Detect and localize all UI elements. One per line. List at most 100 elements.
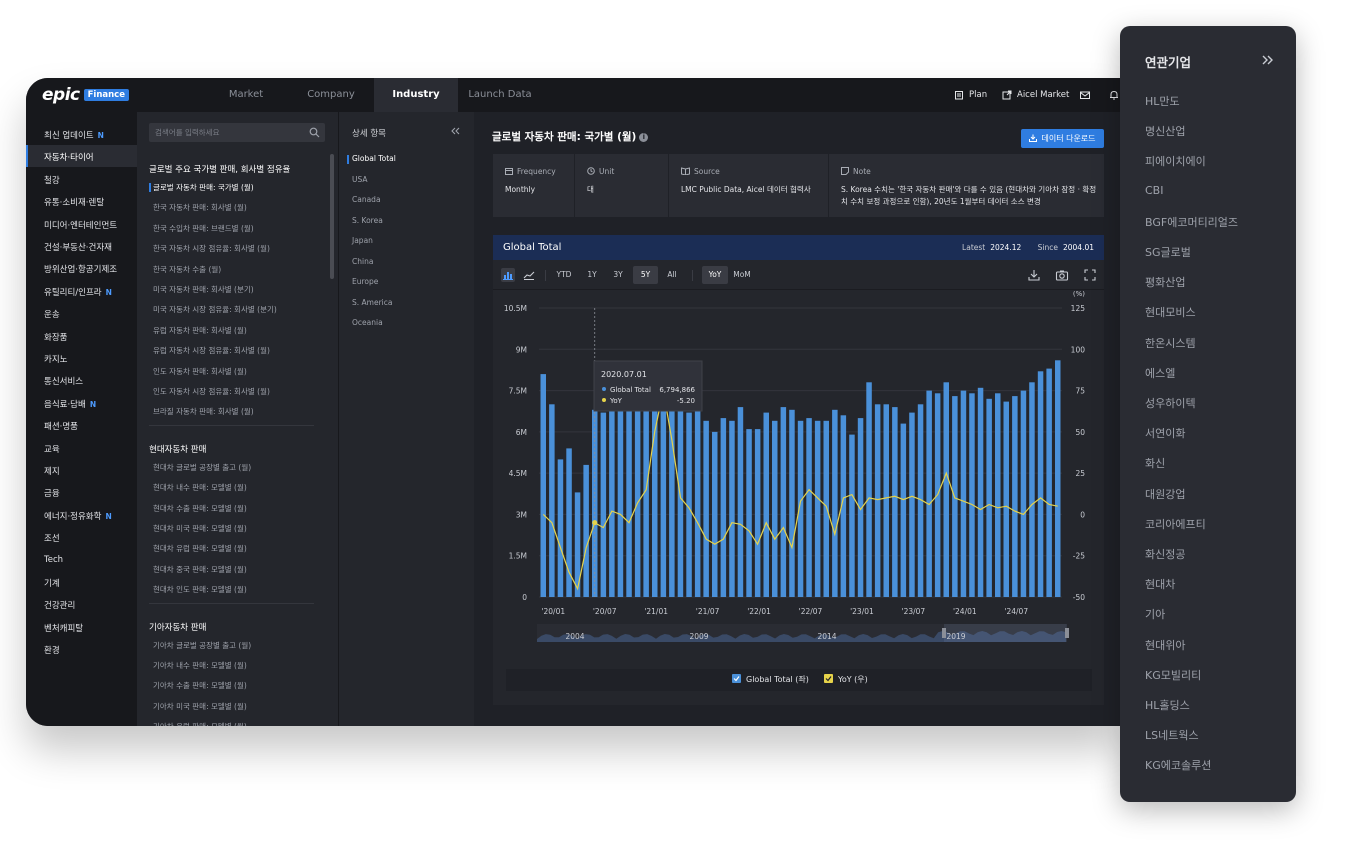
menu-item[interactable]: 최신 업데이트 N: [44, 129, 104, 141]
menu-item[interactable]: 제지: [44, 465, 60, 477]
related-company-item[interactable]: 성우하이텍: [1145, 395, 1196, 411]
plan-link[interactable]: Plan: [954, 78, 987, 112]
range-3y-button[interactable]: 3Y: [607, 266, 629, 284]
bar[interactable]: [737, 407, 744, 597]
list-item[interactable]: 현대차 인도 판매: 모델별 (월): [153, 584, 247, 595]
bar[interactable]: [754, 429, 761, 597]
bar[interactable]: [1046, 368, 1052, 597]
menu-item[interactable]: 벤처캐피탈: [44, 622, 83, 634]
bar[interactable]: [874, 404, 881, 597]
bar[interactable]: [900, 423, 907, 597]
bar[interactable]: [1012, 396, 1018, 597]
detail-item[interactable]: S. America: [352, 298, 392, 307]
mode-yoy-button[interactable]: YoY: [702, 266, 728, 284]
bar[interactable]: [883, 404, 890, 597]
bar[interactable]: [626, 396, 632, 597]
bar[interactable]: [926, 390, 932, 597]
list-item[interactable]: 기아차 미국 판매: 모델별 (월): [153, 701, 247, 712]
bar[interactable]: [720, 418, 727, 597]
list-item[interactable]: 유럽 자동차 판매: 회사별 (월): [153, 325, 247, 336]
bar[interactable]: [823, 420, 830, 597]
bar[interactable]: [772, 420, 778, 597]
search-icon[interactable]: [309, 127, 320, 138]
bar[interactable]: [806, 418, 812, 597]
menu-item[interactable]: 건설·부동산·건자재: [44, 241, 112, 253]
legend-global-total[interactable]: Global Total (좌): [732, 674, 809, 685]
bar[interactable]: [1003, 401, 1010, 597]
menu-item[interactable]: 유틸리티/인프라 N: [44, 286, 112, 298]
range-1y-button[interactable]: 1Y: [581, 266, 603, 284]
nav-tab-industry[interactable]: Industry: [374, 78, 458, 112]
bar[interactable]: [583, 464, 589, 597]
list-item[interactable]: 기아차 유럽 판매: 모델별 (월): [153, 721, 247, 726]
bar[interactable]: [892, 407, 898, 597]
related-company-item[interactable]: 기아: [1145, 606, 1165, 622]
related-company-item[interactable]: KG모빌리티: [1145, 667, 1201, 683]
bar[interactable]: [960, 390, 967, 597]
bar[interactable]: [977, 387, 984, 597]
menu-item[interactable]: 환경: [44, 644, 60, 656]
bar[interactable]: [849, 434, 855, 597]
bar[interactable]: [600, 412, 607, 597]
nav-tab-launch-data[interactable]: Launch Data: [458, 78, 542, 112]
detail-item[interactable]: USA: [352, 175, 368, 184]
related-company-item[interactable]: 화신정공: [1145, 546, 1185, 562]
search-input[interactable]: [155, 123, 305, 142]
fullscreen-icon[interactable]: [1083, 268, 1097, 282]
bar[interactable]: [669, 404, 675, 597]
menu-item[interactable]: 금융: [44, 487, 60, 499]
nav-tab-company[interactable]: Company: [288, 78, 374, 112]
related-company-item[interactable]: 현대모비스: [1145, 304, 1196, 320]
list-item[interactable]: 현대차 내수 판매: 모델별 (월): [153, 482, 247, 493]
list-item[interactable]: 한국 수입차 판매: 브랜드별 (월): [153, 223, 254, 234]
bar[interactable]: [729, 420, 735, 597]
mode-mom-button[interactable]: MoM: [730, 266, 754, 284]
range-5y-button[interactable]: 5Y: [633, 266, 658, 284]
list-item[interactable]: 기아차 글로벌 공장별 출고 (월): [153, 640, 251, 651]
bar[interactable]: [549, 404, 555, 597]
list-item[interactable]: 한국 자동차 시장 점유율: 회사별 (월): [153, 243, 270, 254]
bar[interactable]: [943, 382, 950, 597]
related-company-item[interactable]: 현대위아: [1145, 637, 1185, 653]
list-item[interactable]: 현대차 수출 판매: 모델별 (월): [153, 503, 247, 514]
bar[interactable]: [1029, 382, 1035, 597]
combo-chart[interactable]: 0 1.5M 3M 4.5M 6M 7.5M 9M 10.5M -50 -25 0 25 50 75 100…: [493, 291, 1104, 671]
detail-item[interactable]: Japan: [352, 236, 373, 245]
bar-chart-icon[interactable]: [501, 268, 515, 282]
related-company-item[interactable]: CBI: [1145, 184, 1163, 197]
bar[interactable]: [1037, 371, 1044, 597]
bar[interactable]: [780, 407, 787, 597]
range-ytd-button[interactable]: YTD: [551, 266, 577, 284]
menu-item[interactable]: 교육: [44, 443, 60, 455]
related-company-item[interactable]: HL만도: [1145, 93, 1180, 109]
list-item[interactable]: 현대차 중국 판매: 모델별 (월): [153, 564, 247, 575]
related-company-item[interactable]: LS네트웍스: [1145, 727, 1199, 743]
related-company-item[interactable]: 화신: [1145, 455, 1165, 471]
related-company-item[interactable]: 대원강업: [1145, 486, 1185, 502]
bar[interactable]: [832, 409, 838, 597]
bar[interactable]: [866, 382, 872, 597]
menu-item[interactable]: 운송: [44, 308, 60, 320]
bar[interactable]: [557, 459, 564, 597]
legend-yoy[interactable]: YoY (우): [824, 674, 868, 685]
related-company-item[interactable]: 에스엘: [1145, 365, 1175, 381]
related-company-item[interactable]: KG에코솔루션: [1145, 757, 1211, 773]
list-item[interactable]: 기아차 수출 판매: 모델별 (월): [153, 680, 247, 691]
related-company-item[interactable]: 명신산업: [1145, 123, 1185, 139]
menu-item[interactable]: 미디어·엔터테인먼트: [44, 219, 117, 231]
menu-item[interactable]: 방위산업·항공기제조: [44, 263, 117, 275]
aicel-market-link[interactable]: Aicel Market: [1002, 78, 1069, 112]
menu-item[interactable]: 조선: [44, 532, 60, 544]
bar[interactable]: [995, 393, 1001, 597]
navigator-handle-right[interactable]: [1065, 628, 1069, 638]
bar[interactable]: [789, 409, 795, 597]
bar[interactable]: [609, 407, 615, 597]
collapse-left-icon[interactable]: [449, 125, 461, 137]
bar[interactable]: [763, 412, 770, 597]
detail-item[interactable]: Canada: [352, 195, 381, 204]
list-item[interactable]: 유럽 자동차 시장 점유율: 회사별 (월): [153, 345, 270, 356]
related-company-item[interactable]: 현대차: [1145, 576, 1175, 592]
list-item[interactable]: 현대차 유럽 판매: 모델별 (월): [153, 543, 247, 554]
list-item[interactable]: 한국 자동차 판매: 회사별 (월): [153, 202, 247, 213]
detail-item[interactable]: S. Korea: [352, 216, 383, 225]
